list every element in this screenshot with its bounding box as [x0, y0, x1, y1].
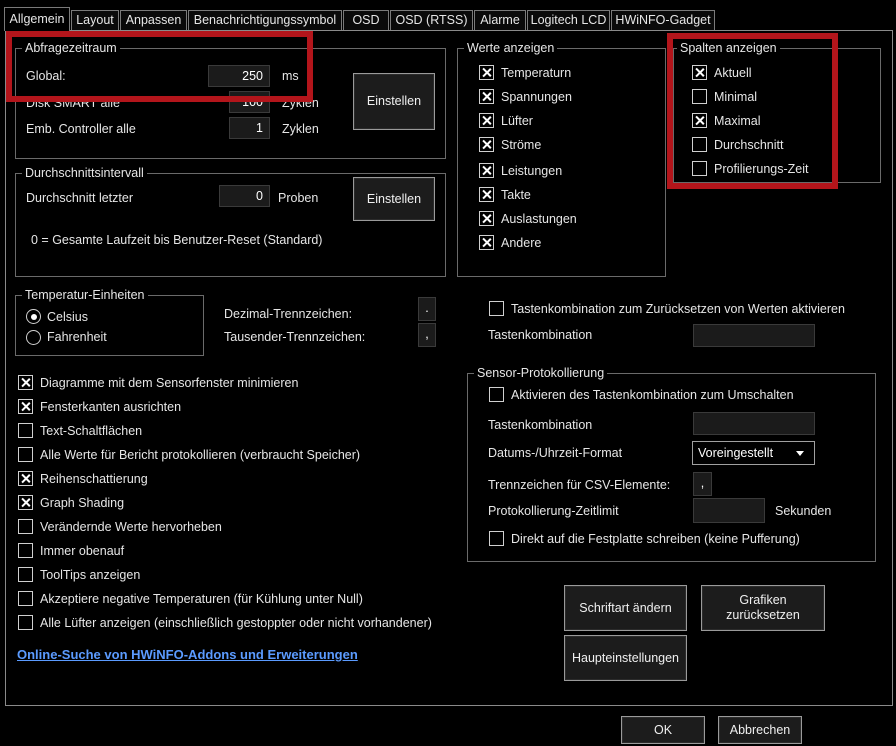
fahrenheit-radio[interactable] [26, 330, 41, 345]
tab-osd[interactable]: OSD [343, 10, 389, 30]
avg-legend: Durchschnittsintervall [22, 166, 147, 180]
log-timelimit-unit: Sekunden [775, 504, 832, 518]
poll-set-button[interactable]: Einstellen [353, 73, 435, 130]
decimal-sep-label: Dezimal-Trennzeichen: [224, 307, 353, 321]
celsius-radio[interactable] [26, 309, 41, 324]
avg-note: 0 = Gesamte Laufzeit bis Benutzer-Reset … [31, 233, 323, 247]
datetime-format-label: Datums-/Uhrzeit-Format [488, 446, 623, 460]
values-temp-checkbox[interactable] [479, 65, 494, 80]
logging-toggle-checkbox[interactable] [489, 387, 504, 402]
celsius-label: Celsius [47, 310, 88, 324]
tab-logitech-lcd[interactable]: Logitech LCD [527, 10, 610, 30]
avg-unit: Proben [278, 191, 319, 205]
thousand-sep-label: Tausender-Trennzeichen: [224, 330, 366, 344]
tab-benachrichtigungssymbol[interactable]: Benachrichtigungssymbol [188, 10, 342, 30]
opt-text-buttons-label: Text-Schaltflächen [40, 424, 143, 438]
direct-write-label: Direkt auf die Festplatte schreiben (kei… [511, 532, 800, 546]
tab-alarme[interactable]: Alarme [474, 10, 526, 30]
decimal-sep-input[interactable]: . [418, 297, 436, 321]
values-volt-checkbox[interactable] [479, 89, 494, 104]
opt-minimize-graphs-checkbox[interactable] [18, 375, 33, 390]
opt-snap-edges-label: Fensterkanten ausrichten [40, 400, 182, 414]
opt-highlight-changes-checkbox[interactable] [18, 519, 33, 534]
opt-graph-shading-label: Graph Shading [40, 496, 125, 510]
opt-log-all-label: Alle Werte für Bericht protokollieren (v… [40, 448, 361, 462]
opt-tooltips-checkbox[interactable] [18, 567, 33, 582]
addons-search-link[interactable]: Online-Suche von HWiNFO-Addons und Erwei… [17, 647, 358, 662]
thousand-sep-input[interactable]: , [418, 323, 436, 347]
direct-write-checkbox[interactable] [489, 531, 504, 546]
opt-minimize-graphs-label: Diagramme mit dem Sensorfenster minimier… [40, 376, 299, 390]
opt-snap-edges-checkbox[interactable] [18, 399, 33, 414]
reset-hotkey-checkbox[interactable] [489, 301, 504, 316]
log-timelimit-label: Protokollierung-Zeitlimit [488, 504, 619, 518]
opt-all-fans-label: Alle Lüfter anzeigen (einschließlich ges… [40, 616, 432, 630]
highlight-box-poll [6, 31, 313, 102]
tab-hwinfo-gadget[interactable]: HWiNFO-Gadget [611, 10, 715, 30]
csv-separator-label: Trennzeichen für CSV-Elemente: [488, 478, 671, 492]
ok-button[interactable]: OK [621, 716, 705, 744]
opt-always-on-top-checkbox[interactable] [18, 543, 33, 558]
avg-set-button[interactable]: Einstellen [353, 177, 435, 221]
opt-negative-temps-label: Akzeptiere negative Temperaturen (für Kü… [40, 592, 363, 606]
emb-label: Emb. Controller alle [26, 122, 136, 136]
datetime-format-select[interactable]: Voreingestellt [692, 441, 815, 465]
opt-all-fans-checkbox[interactable] [18, 615, 33, 630]
values-clock-label: Takte [501, 188, 531, 202]
emb-unit: Zyklen [282, 122, 319, 136]
opt-row-shading-label: Reihenschattierung [40, 472, 148, 486]
opt-always-on-top-label: Immer obenauf [40, 544, 125, 558]
avg-input[interactable]: 0 [219, 185, 270, 207]
chevron-down-icon [796, 451, 804, 456]
fahrenheit-label: Fahrenheit [47, 330, 107, 344]
opt-text-buttons-checkbox[interactable] [18, 423, 33, 438]
logging-toggle-label: Aktivieren des Tastenkombination zum Ums… [511, 388, 794, 402]
opt-row-shading-checkbox[interactable] [18, 471, 33, 486]
log-timelimit-input[interactable] [693, 498, 765, 523]
tab-osd-rtss[interactable]: OSD (RTSS) [390, 10, 473, 30]
tab-allgemein[interactable]: Allgemein [4, 7, 70, 31]
reset-hotkey-input[interactable] [693, 324, 815, 347]
emb-input[interactable]: 1 [229, 117, 270, 139]
tab-anpassen[interactable]: Anpassen [120, 10, 187, 30]
logging-legend: Sensor-Protokollierung [474, 366, 608, 380]
values-power-label: Leistungen [501, 164, 563, 178]
csv-separator-input[interactable]: , [693, 472, 712, 496]
avg-label: Durchschnitt letzter [26, 191, 133, 205]
highlight-box-columns [667, 33, 838, 189]
values-clock-checkbox[interactable] [479, 187, 494, 202]
values-usage-label: Auslastungen [501, 212, 577, 226]
values-fan-label: Lüfter [501, 114, 533, 128]
logging-hotkey-input[interactable] [693, 412, 815, 435]
opt-tooltips-label: ToolTips anzeigen [40, 568, 141, 582]
values-current-checkbox[interactable] [479, 137, 494, 152]
values-other-label: Andere [501, 236, 542, 250]
opt-log-all-checkbox[interactable] [18, 447, 33, 462]
temp-units-group [15, 295, 204, 356]
values-volt-label: Spannungen [501, 90, 572, 104]
opt-negative-temps-checkbox[interactable] [18, 591, 33, 606]
opt-graph-shading-checkbox[interactable] [18, 495, 33, 510]
opt-highlight-changes-label: Verändernde Werte hervorheben [40, 520, 222, 534]
logging-hotkey-label: Tastenkombination [488, 418, 593, 432]
values-current-label: Ströme [501, 138, 542, 152]
main-settings-button[interactable]: Haupteinstellungen [564, 635, 687, 681]
values-power-checkbox[interactable] [479, 163, 494, 178]
change-font-button[interactable]: Schriftart ändern [564, 585, 687, 631]
values-temp-label: Temperaturn [501, 66, 572, 80]
reset-hotkey-label: Tastenkombination [488, 328, 593, 342]
values-other-checkbox[interactable] [479, 235, 494, 250]
values-legend: Werte anzeigen [464, 41, 558, 55]
values-usage-checkbox[interactable] [479, 211, 494, 226]
values-fan-checkbox[interactable] [479, 113, 494, 128]
datetime-format-value: Voreingestellt [698, 446, 774, 460]
tab-layout[interactable]: Layout [71, 10, 119, 30]
cancel-button[interactable]: Abbrechen [718, 716, 802, 744]
reset-graphs-button[interactable]: Grafiken zurücksetzen [701, 585, 825, 631]
temp-units-legend: Temperatur-Einheiten [22, 288, 148, 302]
reset-hotkey-checkbox-label: Tastenkombination zum Zurücksetzen von W… [511, 302, 845, 316]
